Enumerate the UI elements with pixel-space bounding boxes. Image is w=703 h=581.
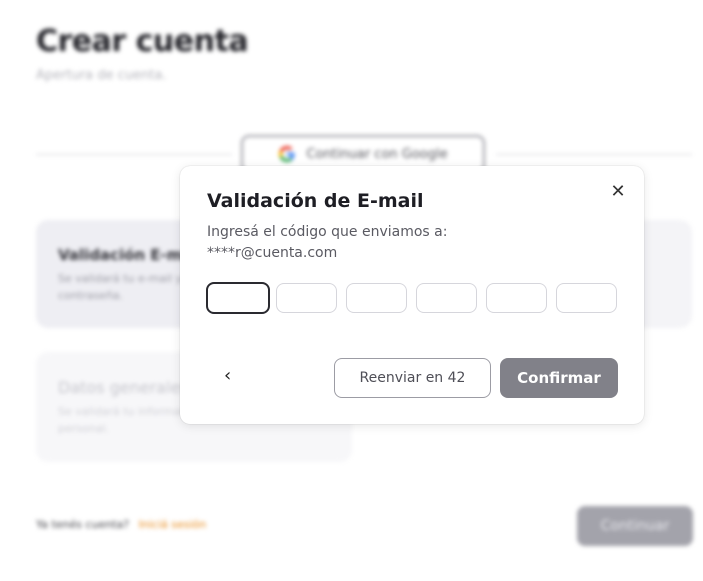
email-validation-modal: Validación de E-mail ✕ Ingresá el código… xyxy=(180,166,644,424)
confirm-button[interactable]: Confirmar xyxy=(500,358,618,398)
footer-login-prompt: Ya tenés cuenta? Iniciá sesión xyxy=(36,518,206,531)
google-button-label: Continuar con Google xyxy=(306,146,448,162)
continue-button[interactable]: Continuar xyxy=(577,506,693,546)
footer-question: Ya tenés cuenta? xyxy=(36,518,130,531)
close-icon[interactable]: ✕ xyxy=(608,182,628,202)
code-digit-input-3[interactable] xyxy=(346,283,407,313)
page-title: Crear cuenta xyxy=(36,24,249,59)
code-digit-input-1[interactable] xyxy=(206,282,270,314)
login-link[interactable]: Iniciá sesión xyxy=(139,518,207,531)
resend-code-button[interactable]: Reenviar en 42 xyxy=(334,358,491,398)
page-subtitle: Apertura de cuenta. xyxy=(36,68,167,83)
code-digit-input-2[interactable] xyxy=(276,283,337,313)
masked-email: ****r@cuenta.com xyxy=(207,245,338,261)
modal-description: Ingresá el código que enviamos a: ****r@… xyxy=(207,222,447,264)
chevron-left-icon[interactable]: ‹ xyxy=(224,366,231,386)
code-digit-input-4[interactable] xyxy=(416,283,477,313)
google-icon xyxy=(279,146,295,162)
verification-code-inputs xyxy=(206,282,617,314)
code-digit-input-6[interactable] xyxy=(556,283,617,313)
code-digit-input-5[interactable] xyxy=(486,283,547,313)
modal-title: Validación de E-mail xyxy=(207,190,424,212)
divider-right xyxy=(496,154,692,155)
divider-left xyxy=(36,154,232,155)
modal-instruction: Ingresá el código que enviamos a: xyxy=(207,224,448,240)
